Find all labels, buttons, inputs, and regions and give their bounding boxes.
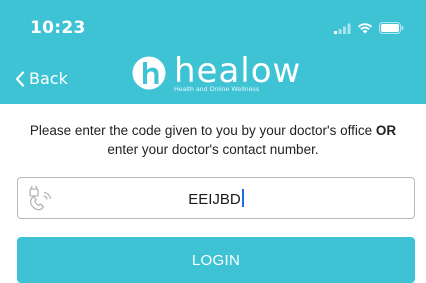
status-icons xyxy=(334,22,404,34)
phone-lock-icon xyxy=(29,186,52,211)
app-header: 10:23 Back healow Health and Online Well… xyxy=(0,0,426,104)
healow-logo-icon xyxy=(132,56,166,90)
code-value-wrap: EEIJBD xyxy=(18,188,414,208)
instructions-part1: Please enter the code given to you by yo… xyxy=(29,123,376,138)
status-time: 10:23 xyxy=(30,18,86,38)
wifi-icon xyxy=(357,23,373,34)
instructions-text: Please enter the code given to you by yo… xyxy=(14,121,412,159)
healow-logo: healow Health and Online Wellness xyxy=(132,54,301,93)
practice-code-input[interactable]: EEIJBD xyxy=(17,177,415,219)
code-value: EEIJBD xyxy=(188,190,241,208)
back-label: Back xyxy=(29,69,68,88)
brand-name: healow xyxy=(174,51,302,91)
back-button[interactable]: Back xyxy=(14,69,68,88)
instructions-part2: enter your doctor's contact number. xyxy=(107,142,319,157)
instructions-emphasis: OR xyxy=(375,123,397,138)
signal-icon xyxy=(334,23,351,34)
battery-icon xyxy=(379,22,404,34)
text-caret xyxy=(241,188,244,207)
login-label: LOGIN xyxy=(191,251,241,269)
chevron-left-icon xyxy=(15,70,25,87)
login-button[interactable]: LOGIN xyxy=(17,237,415,283)
